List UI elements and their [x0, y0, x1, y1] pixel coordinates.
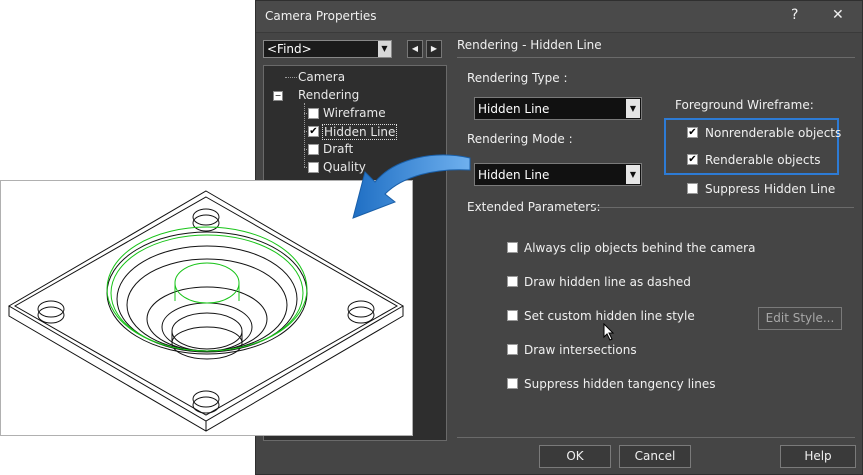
dialog-title: Camera Properties — [265, 9, 377, 23]
draw-intersections-checkbox[interactable] — [507, 344, 518, 355]
extended-parameters-label: Extended Parameters: — [467, 200, 601, 214]
nonrenderable-objects-label: Nonrenderable objects — [705, 126, 842, 140]
suppress-hidden-line-label: Suppress Hidden Line — [705, 182, 836, 196]
help-button[interactable]: Help — [780, 445, 856, 468]
divider — [457, 437, 855, 438]
rendering-mode-value: Hidden Line — [478, 168, 550, 182]
draw-dashed-checkbox[interactable] — [507, 276, 518, 287]
chevron-down-icon[interactable]: ▼ — [626, 165, 640, 184]
foreground-wireframe-label: Foreground Wireframe: — [675, 98, 814, 112]
collapse-icon[interactable]: − — [273, 91, 283, 101]
renderable-objects-checkbox[interactable]: ✔ — [687, 154, 698, 165]
draft-checkbox[interactable] — [308, 144, 319, 155]
edit-style-button[interactable]: Edit Style... — [758, 307, 842, 330]
rendering-type-select[interactable]: Hidden Line ▼ — [474, 97, 642, 120]
divider — [592, 207, 854, 208]
tree-item-wireframe[interactable]: Wireframe — [323, 106, 386, 120]
nonrenderable-objects-checkbox[interactable]: ✔ — [687, 127, 698, 138]
hidden-line-checkbox[interactable]: ✔ — [308, 126, 319, 137]
help-icon[interactable]: ? — [791, 7, 798, 23]
renderable-objects-label: Renderable objects — [705, 153, 821, 167]
panel-heading: Rendering - Hidden Line — [457, 38, 602, 52]
suppress-tangency-checkbox[interactable] — [507, 378, 518, 389]
custom-style-label: Set custom hidden line style — [524, 309, 695, 323]
chevron-down-icon[interactable]: ▼ — [626, 99, 640, 118]
suppress-tangency-label: Suppress hidden tangency lines — [524, 377, 716, 391]
next-arrow-icon[interactable]: ▶ — [426, 40, 442, 58]
draw-dashed-label: Draw hidden line as dashed — [524, 275, 691, 289]
previous-arrow-icon[interactable]: ◀ — [407, 40, 423, 58]
cancel-button[interactable]: Cancel — [619, 445, 691, 468]
curved-arrow-icon — [352, 154, 471, 219]
close-icon[interactable]: ✕ — [832, 7, 844, 23]
rendering-type-label: Rendering Type : — [467, 71, 568, 85]
custom-style-checkbox[interactable] — [507, 310, 518, 321]
ok-button[interactable]: OK — [539, 445, 611, 468]
tree-connector — [285, 77, 297, 78]
suppress-hidden-line-checkbox[interactable] — [687, 183, 698, 194]
tree-item-camera[interactable]: Camera — [298, 70, 345, 84]
rendering-mode-label: Rendering Mode : — [467, 132, 573, 146]
draw-intersections-label: Draw intersections — [524, 343, 637, 357]
tree-item-rendering[interactable]: Rendering — [298, 88, 359, 102]
find-value: <Find> — [267, 42, 312, 56]
mouse-cursor-icon — [603, 323, 615, 341]
always-clip-label: Always clip objects behind the camera — [524, 241, 756, 255]
tree-item-hidden-line[interactable]: Hidden Line — [322, 124, 398, 140]
wireframe-checkbox[interactable] — [308, 108, 319, 119]
divider — [457, 57, 855, 58]
title-bar[interactable]: Camera Properties ? ✕ — [256, 1, 862, 33]
chevron-down-icon[interactable]: ▼ — [378, 41, 391, 57]
find-combobox[interactable]: <Find> ▼ — [263, 40, 392, 58]
rendering-mode-select[interactable]: Hidden Line ▼ — [474, 163, 642, 186]
quality-checkbox[interactable] — [308, 162, 319, 173]
always-clip-checkbox[interactable] — [507, 242, 518, 253]
rendering-type-value: Hidden Line — [478, 102, 550, 116]
